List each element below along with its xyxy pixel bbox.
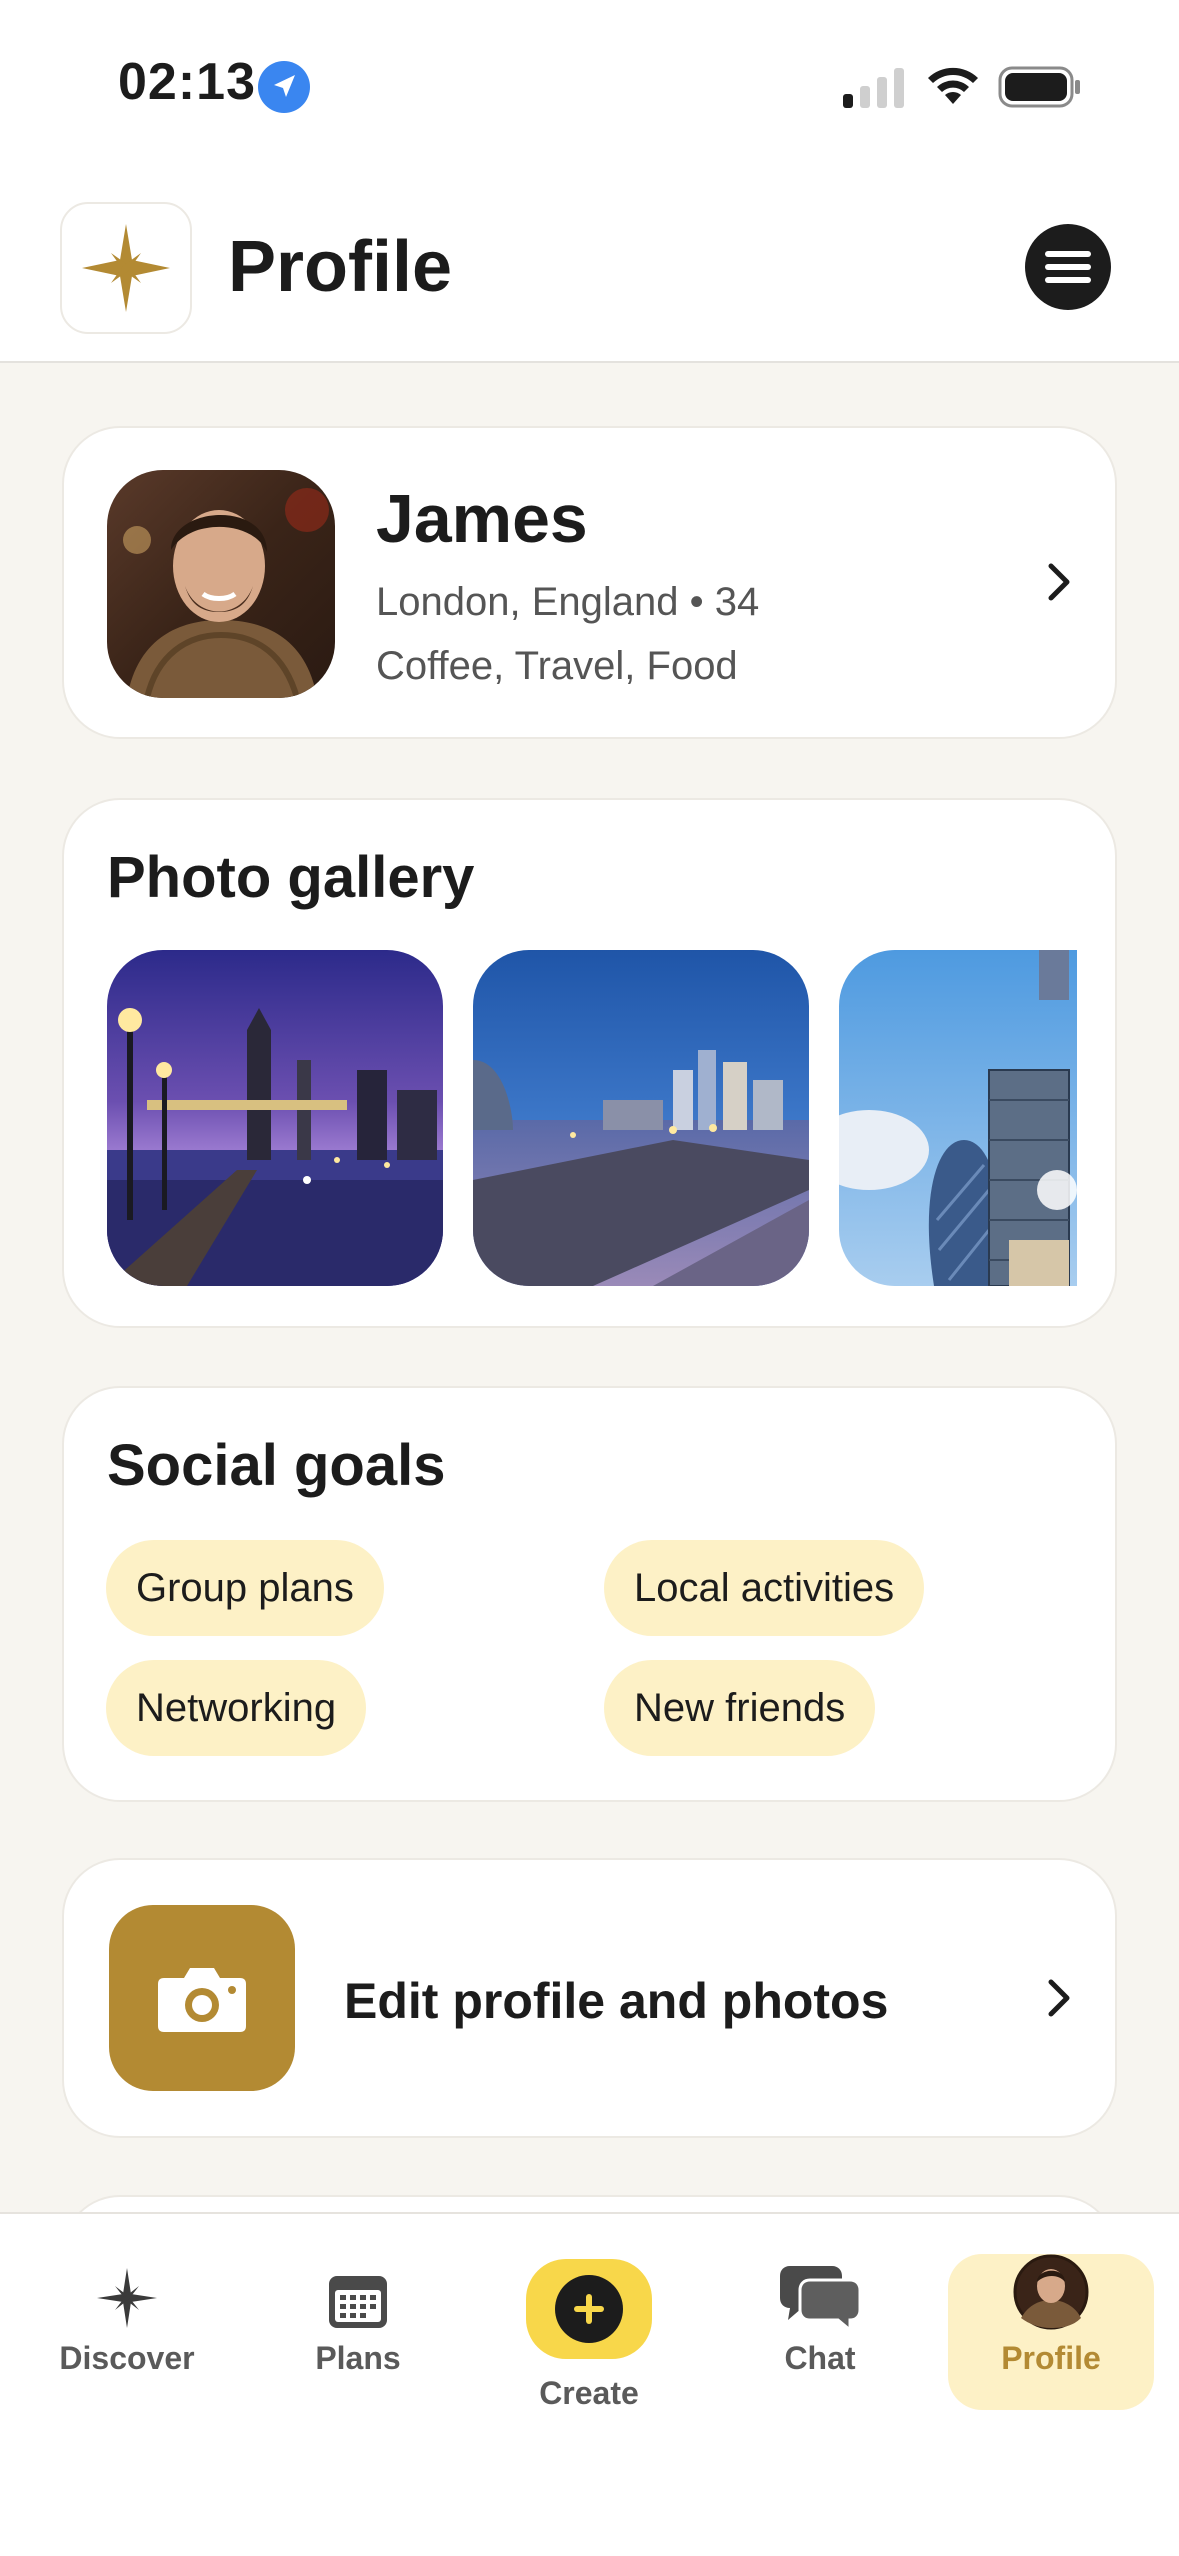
battery-icon [998, 66, 1080, 108]
edit-profile-button[interactable]: Edit profile and photos [62, 1858, 1117, 2138]
social-goals-card: Social goals Group plans Local activitie… [62, 1386, 1117, 1802]
nav-label: Create [539, 2375, 639, 2411]
nav-discover[interactable]: Discover [27, 2254, 227, 2414]
social-goals-title: Social goals [107, 1433, 446, 1498]
goal-chip[interactable]: Local activities [604, 1540, 925, 1636]
avatar-icon [1013, 2254, 1089, 2330]
menu-button[interactable] [1025, 224, 1111, 310]
avatar [107, 470, 335, 698]
profile-name: James [376, 481, 588, 557]
nav-plans[interactable]: Plans [258, 2254, 458, 2414]
bottom-navigation: Discover Plans Create Chat Profile [0, 2212, 1179, 2556]
goal-chip[interactable]: Networking [106, 1660, 367, 1756]
page-title: Profile [228, 227, 453, 307]
plus-circle-icon [555, 2275, 623, 2343]
gallery-photo-gherkin[interactable] [839, 950, 1077, 1286]
status-time: 02:13 [118, 53, 256, 111]
edit-icon-tile [109, 1905, 295, 2091]
app-logo [60, 202, 192, 334]
top-header: Profile [0, 170, 1179, 363]
profile-summary-card[interactable]: James London, England • 34 Coffee, Trave… [62, 426, 1117, 739]
photo-gallery-card: Photo gallery [62, 798, 1117, 1328]
chevron-right-icon [1048, 563, 1070, 601]
edit-profile-label: Edit profile and photos [344, 1973, 889, 2029]
chat-bubbles-icon [780, 2266, 860, 2330]
nav-profile[interactable]: Profile [951, 2254, 1151, 2414]
hamburger-menu-icon [1045, 251, 1091, 283]
gallery-photo-tower-bridge[interactable] [107, 950, 443, 1286]
photo-gallery-strip[interactable] [107, 950, 1077, 1286]
chevron-right-icon [1048, 1979, 1070, 2017]
goal-chip[interactable]: New friends [604, 1660, 876, 1756]
profile-location-age: London, England • 34 [376, 580, 760, 624]
cellular-signal-icon [843, 68, 904, 108]
goal-chip[interactable]: Group plans [106, 1540, 384, 1636]
calendar-icon [329, 2276, 387, 2328]
status-bar: 02:13 [0, 0, 1179, 170]
sparkle-star-icon [97, 2268, 157, 2328]
location-arrow-icon [258, 61, 310, 113]
gallery-photo-riverside[interactable] [473, 950, 809, 1286]
sparkle-star-icon [82, 224, 170, 312]
create-button[interactable] [526, 2259, 652, 2359]
wifi-icon [928, 67, 978, 104]
camera-icon [158, 1968, 246, 2032]
profile-interests: Coffee, Travel, Food [376, 644, 738, 688]
nav-label: Plans [315, 2340, 401, 2376]
nav-label: Discover [59, 2340, 195, 2376]
photo-gallery-title: Photo gallery [107, 845, 475, 910]
nav-create[interactable]: Create [489, 2259, 689, 2419]
nav-label: Profile [1001, 2340, 1101, 2376]
nav-chat[interactable]: Chat [720, 2254, 920, 2414]
nav-label: Chat [784, 2340, 856, 2376]
